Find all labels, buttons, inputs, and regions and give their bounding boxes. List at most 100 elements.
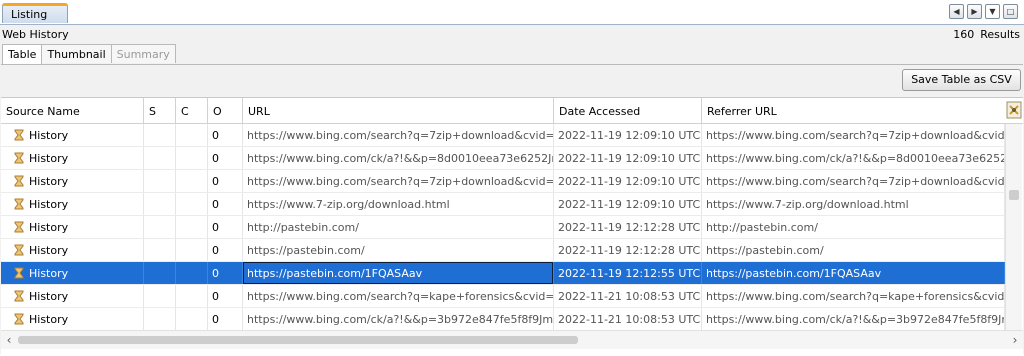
cell-c[interactable] xyxy=(176,285,208,307)
cell-referrer-url[interactable]: https://www.bing.com/search?q=7zip+downl… xyxy=(702,124,1005,146)
cell-o[interactable]: 0 xyxy=(208,308,243,330)
column-header-referrer-url[interactable]: Referrer URL xyxy=(702,98,1005,123)
cell-s[interactable] xyxy=(144,170,176,192)
cell-source-name[interactable]: History xyxy=(1,308,144,330)
chevron-right-icon[interactable]: ▶ xyxy=(967,4,982,19)
tab-summary: Summary xyxy=(110,44,176,63)
cell-s[interactable] xyxy=(144,285,176,307)
cell-c[interactable] xyxy=(176,124,208,146)
cell-date-accessed[interactable]: 2022-11-19 12:09:10 UTC xyxy=(554,193,702,215)
cell-o[interactable]: 0 xyxy=(208,170,243,192)
cell-s[interactable] xyxy=(144,216,176,238)
cell-date-accessed[interactable]: 2022-11-21 10:08:53 UTC xyxy=(554,308,702,330)
source-name-label: History xyxy=(29,290,69,303)
cell-referrer-url[interactable]: https://www.bing.com/search?q=kape+foren… xyxy=(702,285,1005,307)
scroll-right-icon[interactable]: › xyxy=(1009,333,1021,347)
cell-source-name[interactable]: History xyxy=(1,147,144,169)
table-row[interactable]: History 0 https://www.bing.com/search?q=7z… xyxy=(1,170,1005,193)
cell-date-accessed[interactable]: 2022-11-19 12:12:55 UTC xyxy=(554,262,702,284)
cell-o[interactable]: 0 xyxy=(208,239,243,261)
cell-s[interactable] xyxy=(144,239,176,261)
cell-date-accessed[interactable]: 2022-11-19 12:09:10 UTC xyxy=(554,124,702,146)
cell-source-name[interactable]: History xyxy=(1,285,144,307)
cell-c[interactable] xyxy=(176,239,208,261)
cell-source-name[interactable]: History xyxy=(1,124,144,146)
cell-source-name[interactable]: History xyxy=(1,216,144,238)
table-row[interactable]: History 0 https://www.bing.com/ck/a?!&&p=8… xyxy=(1,147,1005,170)
save-csv-button[interactable]: Save Table as CSV xyxy=(902,69,1021,91)
dropdown-icon[interactable]: ▼ xyxy=(985,4,1000,19)
cell-date-accessed[interactable]: 2022-11-19 12:09:10 UTC xyxy=(554,170,702,192)
cell-c[interactable] xyxy=(176,308,208,330)
cell-referrer-url[interactable]: https://www.7-zip.org/download.html xyxy=(702,193,1005,215)
column-header-s[interactable]: S xyxy=(144,98,176,123)
cell-date-accessed[interactable]: 2022-11-19 12:12:28 UTC xyxy=(554,216,702,238)
table-row[interactable]: History 0 https://www.bing.com/search?q=7z… xyxy=(1,124,1005,147)
horizontal-scrollbar[interactable]: ‹ › xyxy=(1,330,1023,349)
cell-c[interactable] xyxy=(176,170,208,192)
vertical-scrollbar[interactable] xyxy=(1005,124,1022,330)
pane-title: Web History xyxy=(2,28,69,41)
table-row[interactable]: History 0 https://pastebin.com/1FQASAav 202… xyxy=(1,262,1005,285)
cell-s[interactable] xyxy=(144,308,176,330)
vertical-scroll-thumb[interactable] xyxy=(1009,190,1019,200)
scroll-left-icon[interactable]: ‹ xyxy=(3,333,15,347)
column-header-date-accessed[interactable]: Date Accessed xyxy=(554,98,702,123)
source-name-label: History xyxy=(29,129,69,142)
cell-url[interactable]: https://pastebin.com/ xyxy=(243,239,554,261)
cell-c[interactable] xyxy=(176,193,208,215)
cell-o[interactable]: 0 xyxy=(208,285,243,307)
cell-url[interactable]: https://www.bing.com/search?q=7zip+downl… xyxy=(243,170,554,192)
maximize-icon[interactable]: □ xyxy=(1003,4,1018,19)
table-row[interactable]: History 0 https://pastebin.com/2022-11-19 … xyxy=(1,239,1005,262)
table-row[interactable]: History 0 https://www.bing.com/ck/a?!&&p=3… xyxy=(1,308,1005,331)
cell-c[interactable] xyxy=(176,216,208,238)
cell-date-accessed[interactable]: 2022-11-19 12:09:10 UTC xyxy=(554,147,702,169)
cell-source-name[interactable]: History xyxy=(1,262,144,284)
column-header-c[interactable]: C xyxy=(176,98,208,123)
horizontal-scroll-thumb[interactable] xyxy=(18,336,578,344)
chevron-left-icon[interactable]: ◀ xyxy=(949,4,964,19)
cell-o[interactable]: 0 xyxy=(208,193,243,215)
table-row[interactable]: History 0 https://www.7-zip.org/download.h… xyxy=(1,193,1005,216)
cell-referrer-url[interactable]: https://pastebin.com/1FQASAav xyxy=(702,262,1005,284)
cell-url[interactable]: https://www.bing.com/search?q=kape+foren… xyxy=(243,285,554,307)
cell-s[interactable] xyxy=(144,193,176,215)
cell-url[interactable]: https://pastebin.com/1FQASAav xyxy=(243,262,554,284)
cell-date-accessed[interactable]: 2022-11-19 12:12:28 UTC xyxy=(554,239,702,261)
cell-o[interactable]: 0 xyxy=(208,147,243,169)
cell-referrer-url[interactable]: http://pastebin.com/ xyxy=(702,216,1005,238)
cell-s[interactable] xyxy=(144,124,176,146)
cell-o[interactable]: 0 xyxy=(208,262,243,284)
tab-table[interactable]: Table xyxy=(2,44,43,64)
cell-c[interactable] xyxy=(176,147,208,169)
cell-s[interactable] xyxy=(144,147,176,169)
cell-date-accessed[interactable]: 2022-11-21 10:08:53 UTC xyxy=(554,285,702,307)
column-chooser-icon[interactable] xyxy=(1006,100,1022,120)
tab-thumbnail[interactable]: Thumbnail xyxy=(41,44,112,63)
cell-c[interactable] xyxy=(176,262,208,284)
cell-url[interactable]: https://www.7-zip.org/download.html xyxy=(243,193,554,215)
cell-source-name[interactable]: History xyxy=(1,193,144,215)
tab-listing[interactable]: Listing xyxy=(2,3,68,23)
cell-url[interactable]: https://www.bing.com/search?q=7zip+downl… xyxy=(243,124,554,146)
cell-s[interactable] xyxy=(144,262,176,284)
cell-url[interactable]: https://www.bing.com/ck/a?!&&p=3b972e847… xyxy=(243,308,554,330)
table-row[interactable]: History 0 https://www.bing.com/search?q=ka… xyxy=(1,285,1005,308)
column-header-source-name[interactable]: Source Name xyxy=(1,98,144,123)
cell-referrer-url[interactable]: https://www.bing.com/ck/a?!&&p=8d0010eea… xyxy=(702,147,1005,169)
table-header: Source Name S C O URL Date Accessed Refe… xyxy=(1,98,1023,124)
cell-o[interactable]: 0 xyxy=(208,216,243,238)
cell-referrer-url[interactable]: https://pastebin.com/ xyxy=(702,239,1005,261)
cell-url[interactable]: https://www.bing.com/ck/a?!&&p=8d0010eea… xyxy=(243,147,554,169)
table-row[interactable]: History 0 http://pastebin.com/2022-11-19 1… xyxy=(1,216,1005,239)
cell-source-name[interactable]: History xyxy=(1,170,144,192)
cell-referrer-url[interactable]: https://www.bing.com/search?q=7zip+downl… xyxy=(702,170,1005,192)
cell-o[interactable]: 0 xyxy=(208,124,243,146)
cell-referrer-url[interactable]: https://www.bing.com/ck/a?!&&p=3b972e847… xyxy=(702,308,1005,330)
cell-url[interactable]: http://pastebin.com/ xyxy=(243,216,554,238)
column-header-o[interactable]: O xyxy=(208,98,243,123)
cell-source-name[interactable]: History xyxy=(1,239,144,261)
column-header-url[interactable]: URL xyxy=(243,98,554,123)
source-name-label: History xyxy=(29,152,69,165)
